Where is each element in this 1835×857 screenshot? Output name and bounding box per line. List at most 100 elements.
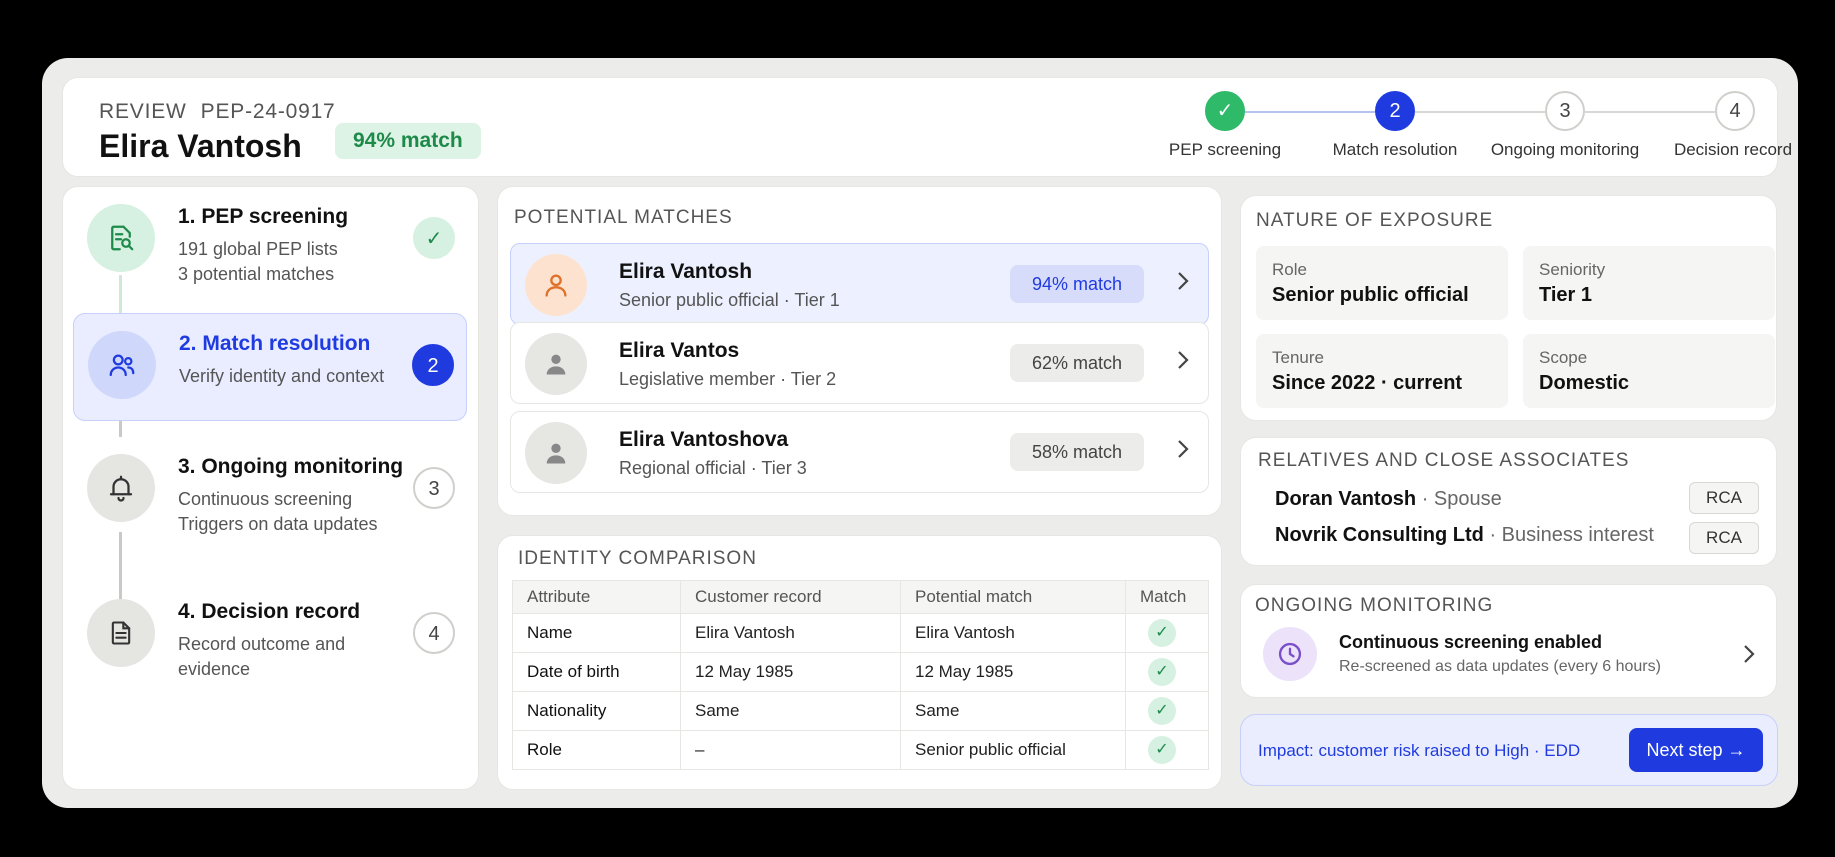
- tile-value: Domestic: [1539, 372, 1630, 394]
- chevron-right-icon[interactable]: [1176, 270, 1190, 298]
- column-header: Attribute: [512, 580, 681, 614]
- customer-record-cell: 12 May 1985: [680, 652, 901, 692]
- step-1-label[interactable]: PEP screening: [1169, 140, 1281, 160]
- associate-relation: · Business interest: [1489, 524, 1654, 546]
- document-search-icon: [87, 204, 155, 272]
- step-subtitle-line: Verify identity and context: [179, 366, 385, 386]
- match-row[interactable]: Elira Vantos Legislative member · Tier 2…: [510, 322, 1209, 404]
- match-cell: ✓: [1125, 652, 1209, 692]
- review-header: REVIEW PEP-24-0917 Elira Vantosh 94% matc…: [62, 77, 1792, 178]
- match-cell: ✓: [1125, 691, 1209, 731]
- step-subtitle: 191 global PEP lists 3 potential matches: [178, 237, 338, 287]
- document-icon: [87, 599, 155, 667]
- next-step-button[interactable]: Next step →: [1629, 728, 1763, 772]
- step-subtitle: Continuous screening Triggers on data up…: [178, 487, 377, 537]
- tile-label: Seniority: [1539, 260, 1606, 279]
- match-row[interactable]: Elira Vantoshova Regional official · Tie…: [510, 411, 1209, 493]
- tile-label: Scope: [1539, 348, 1588, 367]
- ongoing-monitoring-panel[interactable]: ONGOING MONITORING Continuous screening …: [1240, 584, 1777, 698]
- rca-tag: RCA: [1689, 482, 1759, 514]
- nature-of-exposure-panel: NATURE OF EXPOSURE Role Senior public of…: [1240, 195, 1777, 421]
- associate-name: Doran Vantosh: [1275, 488, 1417, 510]
- stepper-connector: [1585, 111, 1715, 113]
- check-icon: ✓: [1148, 619, 1176, 647]
- chevron-right-icon[interactable]: [1176, 438, 1190, 466]
- match-score-pill: 62% match: [1010, 344, 1144, 382]
- step-item-decision-record[interactable]: 4. Decision record Record outcome and ev…: [73, 582, 467, 690]
- step-subtitle-line: Triggers on data updates: [178, 514, 378, 534]
- match-score-badge: 94% match: [335, 123, 481, 159]
- table-header-row: Attribute Customer record Potential matc…: [512, 580, 1209, 614]
- review-label-line: REVIEW PEP-24-0917: [99, 100, 350, 124]
- case-id: PEP-24-0917: [200, 100, 336, 123]
- match-cell: ✓: [1125, 613, 1209, 653]
- person-avatar-icon: [525, 333, 587, 395]
- step-2-dot[interactable]: 2: [1375, 91, 1415, 131]
- exposure-tile-seniority: Seniority Tier 1: [1523, 246, 1775, 320]
- step-title: 3. Ongoing monitoring: [178, 455, 404, 478]
- step-number-badge: 4: [413, 612, 455, 654]
- step-item-match-resolution[interactable]: 2. Match resolution Verify identity and …: [73, 313, 467, 421]
- step-subtitle-line: Record outcome and: [178, 634, 346, 654]
- potential-match-cell: Senior public official: [900, 730, 1126, 770]
- step-subtitle-line: Continuous screening: [178, 489, 353, 509]
- tile-value: Tier 1: [1539, 284, 1592, 306]
- step-1-check-icon[interactable]: ✓: [1205, 91, 1245, 131]
- chevron-right-icon[interactable]: [1742, 643, 1756, 670]
- table-row: Name Elira Vantosh Elira Vantosh ✓: [512, 613, 1209, 653]
- step-4-dot[interactable]: 4: [1715, 91, 1755, 131]
- table-row: Nationality Same Same ✓: [512, 691, 1209, 731]
- customer-record-cell: Elira Vantosh: [680, 613, 901, 653]
- step-3-label[interactable]: Ongoing monitoring: [1491, 140, 1639, 160]
- attribute-cell: Nationality: [512, 691, 681, 731]
- person-avatar-icon: [525, 422, 587, 484]
- match-name: Elira Vantoshova: [619, 428, 789, 451]
- potential-match-cell: 12 May 1985: [900, 652, 1126, 692]
- step-3-dot[interactable]: 3: [1545, 91, 1585, 131]
- associate-item[interactable]: Novrik Consulting Ltd · Business interes…: [1275, 524, 1654, 547]
- step-4-label[interactable]: Decision record: [1674, 140, 1792, 160]
- potential-match-cell: Same: [900, 691, 1126, 731]
- match-cell: ✓: [1125, 730, 1209, 770]
- tile-value: Since 2022 · current: [1272, 372, 1463, 394]
- progress-stepper: ✓ 2 3 4 PEP screening Match resolution O…: [1097, 78, 1792, 178]
- match-name: Elira Vantos: [619, 339, 740, 362]
- attribute-cell: Date of birth: [512, 652, 681, 692]
- monitoring-status: Continuous screening enabled: [1339, 632, 1603, 652]
- exposure-tile-tenure: Tenure Since 2022 · current: [1256, 334, 1508, 408]
- stepper-connector: [1415, 111, 1545, 113]
- section-title: NATURE OF EXPOSURE: [1256, 210, 1494, 231]
- match-row[interactable]: Elira Vantosh Senior public official · T…: [510, 243, 1209, 325]
- table-row: Role – Senior public official ✓: [512, 730, 1209, 770]
- column-header: Customer record: [680, 580, 901, 614]
- step-number-badge: 3: [413, 467, 455, 509]
- step-2-label[interactable]: Match resolution: [1333, 140, 1458, 160]
- clock-icon: [1263, 627, 1317, 681]
- column-header: Match: [1125, 580, 1209, 614]
- step-item-ongoing-monitoring[interactable]: 3. Ongoing monitoring Continuous screeni…: [73, 437, 467, 545]
- exposure-tile-role: Role Senior public official: [1256, 246, 1508, 320]
- tile-label: Role: [1272, 260, 1307, 279]
- match-name: Elira Vantosh: [619, 260, 753, 283]
- monitoring-detail: Re-screened as data updates (every 6 hou…: [1339, 658, 1661, 675]
- attribute-cell: Name: [512, 613, 681, 653]
- tile-label: Tenure: [1272, 348, 1324, 367]
- step-subtitle-line: 3 potential matches: [178, 264, 335, 284]
- chevron-right-icon[interactable]: [1176, 349, 1190, 377]
- associate-item[interactable]: Doran Vantosh · Spouse: [1275, 488, 1502, 511]
- step-title: 2. Match resolution: [179, 332, 371, 355]
- customer-record-cell: Same: [680, 691, 901, 731]
- step-title: 4. Decision record: [178, 600, 361, 623]
- section-title: POTENTIAL MATCHES: [514, 207, 733, 228]
- workflow-steps-panel: 1. PEP screening 191 global PEP lists 3 …: [62, 186, 479, 790]
- exposure-tile-scope: Scope Domestic: [1523, 334, 1775, 408]
- potential-matches-panel: POTENTIAL MATCHES Elira Vantosh Senior p…: [497, 186, 1222, 516]
- table-row: Date of birth 12 May 1985 12 May 1985 ✓: [512, 652, 1209, 692]
- stepper-connector: [1245, 111, 1375, 113]
- match-role: Regional official · Tier 3: [619, 458, 807, 478]
- associate-name: Novrik Consulting Ltd: [1275, 524, 1484, 546]
- step-number-badge: 2: [412, 344, 454, 386]
- rca-tag: RCA: [1689, 522, 1759, 554]
- column-header: Potential match: [900, 580, 1126, 614]
- step-item-pep-screening[interactable]: 1. PEP screening 191 global PEP lists 3 …: [73, 187, 467, 295]
